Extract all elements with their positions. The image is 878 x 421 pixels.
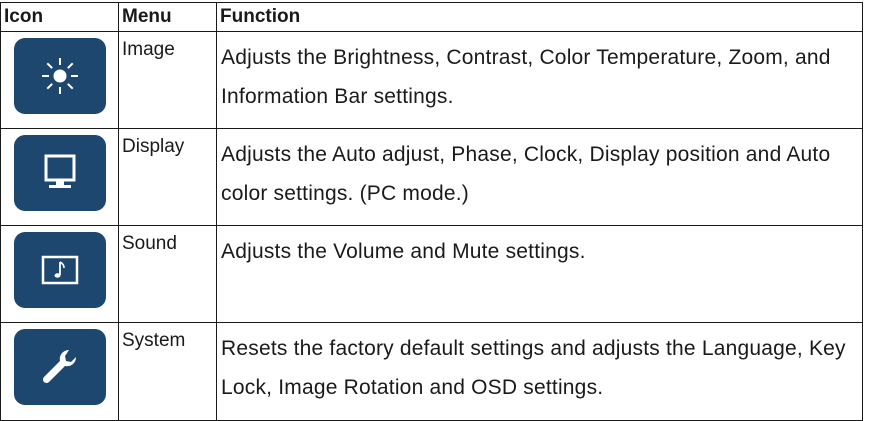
- osd-menu-table: Icon Menu Function Image Adjusts the Bri…: [0, 2, 863, 421]
- menu-cell: System: [118, 322, 217, 421]
- menu-cell: Sound: [118, 225, 217, 323]
- menu-cell: Display: [118, 128, 217, 226]
- brightness-sun-icon: [14, 38, 106, 114]
- music-note-icon: [14, 232, 106, 308]
- icon-cell: [0, 128, 119, 226]
- wrench-icon: [14, 329, 106, 405]
- monitor-display-icon: [14, 135, 106, 211]
- table-row: Display Adjusts the Auto adjust, Phase, …: [0, 128, 863, 226]
- header-icon: Icon: [0, 2, 119, 32]
- table-row: System Resets the factory default settin…: [0, 322, 863, 421]
- table-row: Image Adjusts the Brightness, Contrast, …: [0, 31, 863, 129]
- function-cell: Adjusts the Auto adjust, Phase, Clock, D…: [216, 128, 863, 226]
- header-function: Function: [216, 2, 863, 32]
- function-cell: Resets the factory default settings and …: [216, 322, 863, 421]
- header-row: Icon Menu Function: [0, 2, 863, 32]
- function-cell: Adjusts the Volume and Mute settings.: [216, 225, 863, 323]
- header-menu: Menu: [118, 2, 217, 32]
- icon-cell: [0, 225, 119, 323]
- menu-cell: Image: [118, 31, 217, 129]
- table-row: Sound Adjusts the Volume and Mute settin…: [0, 225, 863, 323]
- function-cell: Adjusts the Brightness, Contrast, Color …: [216, 31, 863, 129]
- icon-cell: [0, 322, 119, 421]
- icon-cell: [0, 31, 119, 129]
